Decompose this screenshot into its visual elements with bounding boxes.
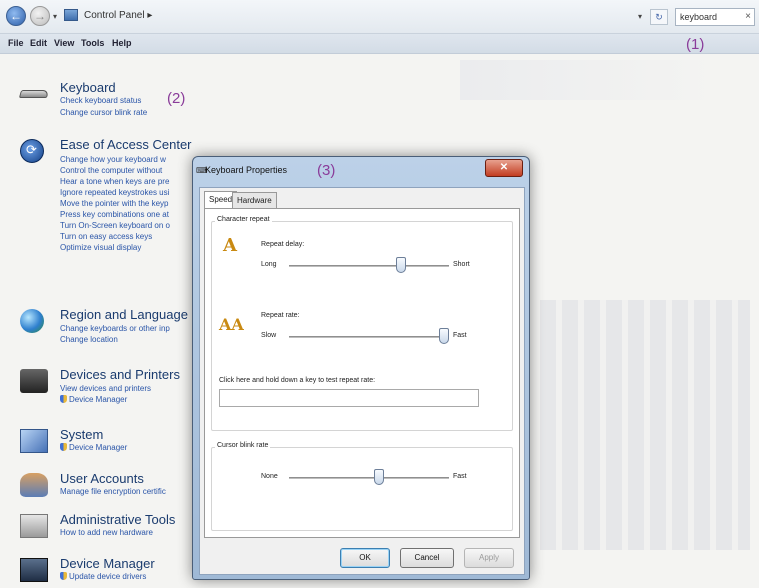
device-manager-icon [20,558,48,582]
menu-help[interactable]: Help [112,38,132,48]
repeat-delay-icon: A [223,235,237,256]
repeat-rate-track[interactable] [289,336,449,338]
menu-view[interactable]: View [54,38,74,48]
result-link-shield[interactable]: Device Manager [60,395,127,404]
test-repeat-label: Click here and hold down a key to test r… [219,377,376,384]
repeat-rate-icon: AA [219,315,244,334]
result-title[interactable]: Device Manager [60,556,155,571]
dialog-title: Keyboard Properties [205,165,288,175]
result-link[interactable]: Manage file encryption certific [60,487,166,496]
annotation-1: (1) [686,36,705,53]
shield-icon [60,395,67,403]
result-link[interactable]: Ignore repeated keystrokes usi [60,188,169,197]
apply-button[interactable]: Apply [464,548,514,568]
repeat-delay-label: Repeat delay: [261,241,305,248]
speed-tab-panel: Character repeat A Repeat delay: Long Sh… [204,208,520,538]
background-smudge [460,60,720,100]
tab-hardware[interactable]: Hardware [232,192,277,208]
test-repeat-input[interactable] [219,389,479,407]
link-check-keyboard-status[interactable]: Check keyboard status [60,96,141,105]
result-link-shield[interactable]: Update device drivers [60,572,146,581]
search-input[interactable]: keyboard × [675,8,755,26]
result-link-shield[interactable]: Device Manager [60,443,127,452]
shield-icon [60,572,67,580]
system-icon [20,429,48,453]
result-link[interactable]: Change location [60,335,118,344]
result-title[interactable]: Keyboard [60,80,116,95]
blink-min-label: None [261,473,278,480]
admin-tools-icon [20,514,48,538]
cursor-blink-slider-thumb[interactable] [373,469,384,485]
delay-min-label: Long [261,261,277,268]
clear-search-icon[interactable]: × [745,11,751,22]
annotation-2: (2) [167,90,186,107]
repeat-rate-label: Repeat rate: [261,312,300,319]
menu-edit[interactable]: Edit [30,38,47,48]
group-label: Cursor blink rate [215,442,271,449]
keyboard-icon [18,90,50,98]
ok-button[interactable]: OK [340,548,390,568]
result-title[interactable]: User Accounts [60,471,144,486]
cursor-blink-track[interactable] [289,477,449,479]
result-link[interactable]: Turn on easy access keys [60,232,152,241]
result-title[interactable]: Devices and Printers [60,367,180,382]
result-title[interactable]: Administrative Tools [60,512,175,527]
shield-icon [60,443,67,451]
control-panel-icon [64,9,78,21]
result-title[interactable]: System [60,427,103,442]
delay-max-label: Short [453,261,470,268]
globe-icon [20,309,44,333]
background-pattern [540,300,750,550]
dialog-body: Speed Hardware Character repeat A Repeat… [199,187,525,575]
link-text: Device Manager [69,395,128,404]
forward-button[interactable]: → [30,6,50,26]
repeat-rate-slider-thumb[interactable] [439,328,450,344]
back-button[interactable]: ← [6,6,26,26]
cursor-blink-group [211,447,513,531]
search-value: keyboard [680,12,718,22]
result-link[interactable]: Move the pointer with the keyp [60,199,169,208]
menu-file[interactable]: File [8,38,24,48]
result-title[interactable]: Ease of Access Center [60,137,192,152]
keyboard-properties-dialog: ⌨ Keyboard Properties (3) ✕ Speed Hardwa… [192,156,530,580]
annotation-3: (3) [317,162,336,179]
result-link[interactable]: Control the computer without [60,166,162,175]
blink-max-label: Fast [453,473,467,480]
result-title[interactable]: Region and Language [60,307,188,322]
link-change-cursor-blink[interactable]: Change cursor blink rate [60,108,147,117]
result-link[interactable]: Change how your keyboard w [60,155,166,164]
result-link[interactable]: Hear a tone when keys are pre [60,177,169,186]
devices-printers-icon [20,369,48,393]
result-link[interactable]: Optimize visual display [60,243,141,252]
result-link[interactable]: How to add new hardware [60,528,153,537]
ease-of-access-icon [20,139,44,163]
history-dropdown-icon[interactable]: ▾ [53,12,57,21]
repeat-delay-track[interactable] [289,265,449,267]
result-link[interactable]: Change keyboards or other inp [60,324,170,333]
result-link[interactable]: View devices and printers [60,384,151,393]
breadcrumb[interactable]: Control Panel ▸ [84,10,152,21]
user-accounts-icon [20,473,48,497]
menu-bar: File Edit View Tools Help [0,34,759,54]
group-label: Character repeat [215,216,272,223]
refresh-icon[interactable]: ↻ [650,9,668,25]
address-bar: ← → ▾ Control Panel ▸ ▾ ↻ keyboard × [0,0,759,34]
link-text: Update device drivers [69,572,147,581]
menu-tools[interactable]: Tools [81,38,104,48]
repeat-delay-slider-thumb[interactable] [396,257,406,273]
rate-min-label: Slow [261,332,277,339]
address-dropdown-icon[interactable]: ▾ [638,12,642,21]
result-link[interactable]: Turn On-Screen keyboard on o [60,221,170,230]
link-text: Device Manager [69,443,128,452]
close-button[interactable]: ✕ [485,159,523,177]
result-link[interactable]: Press key combinations one at [60,210,169,219]
cancel-button[interactable]: Cancel [400,548,454,568]
rate-max-label: Fast [453,332,467,339]
